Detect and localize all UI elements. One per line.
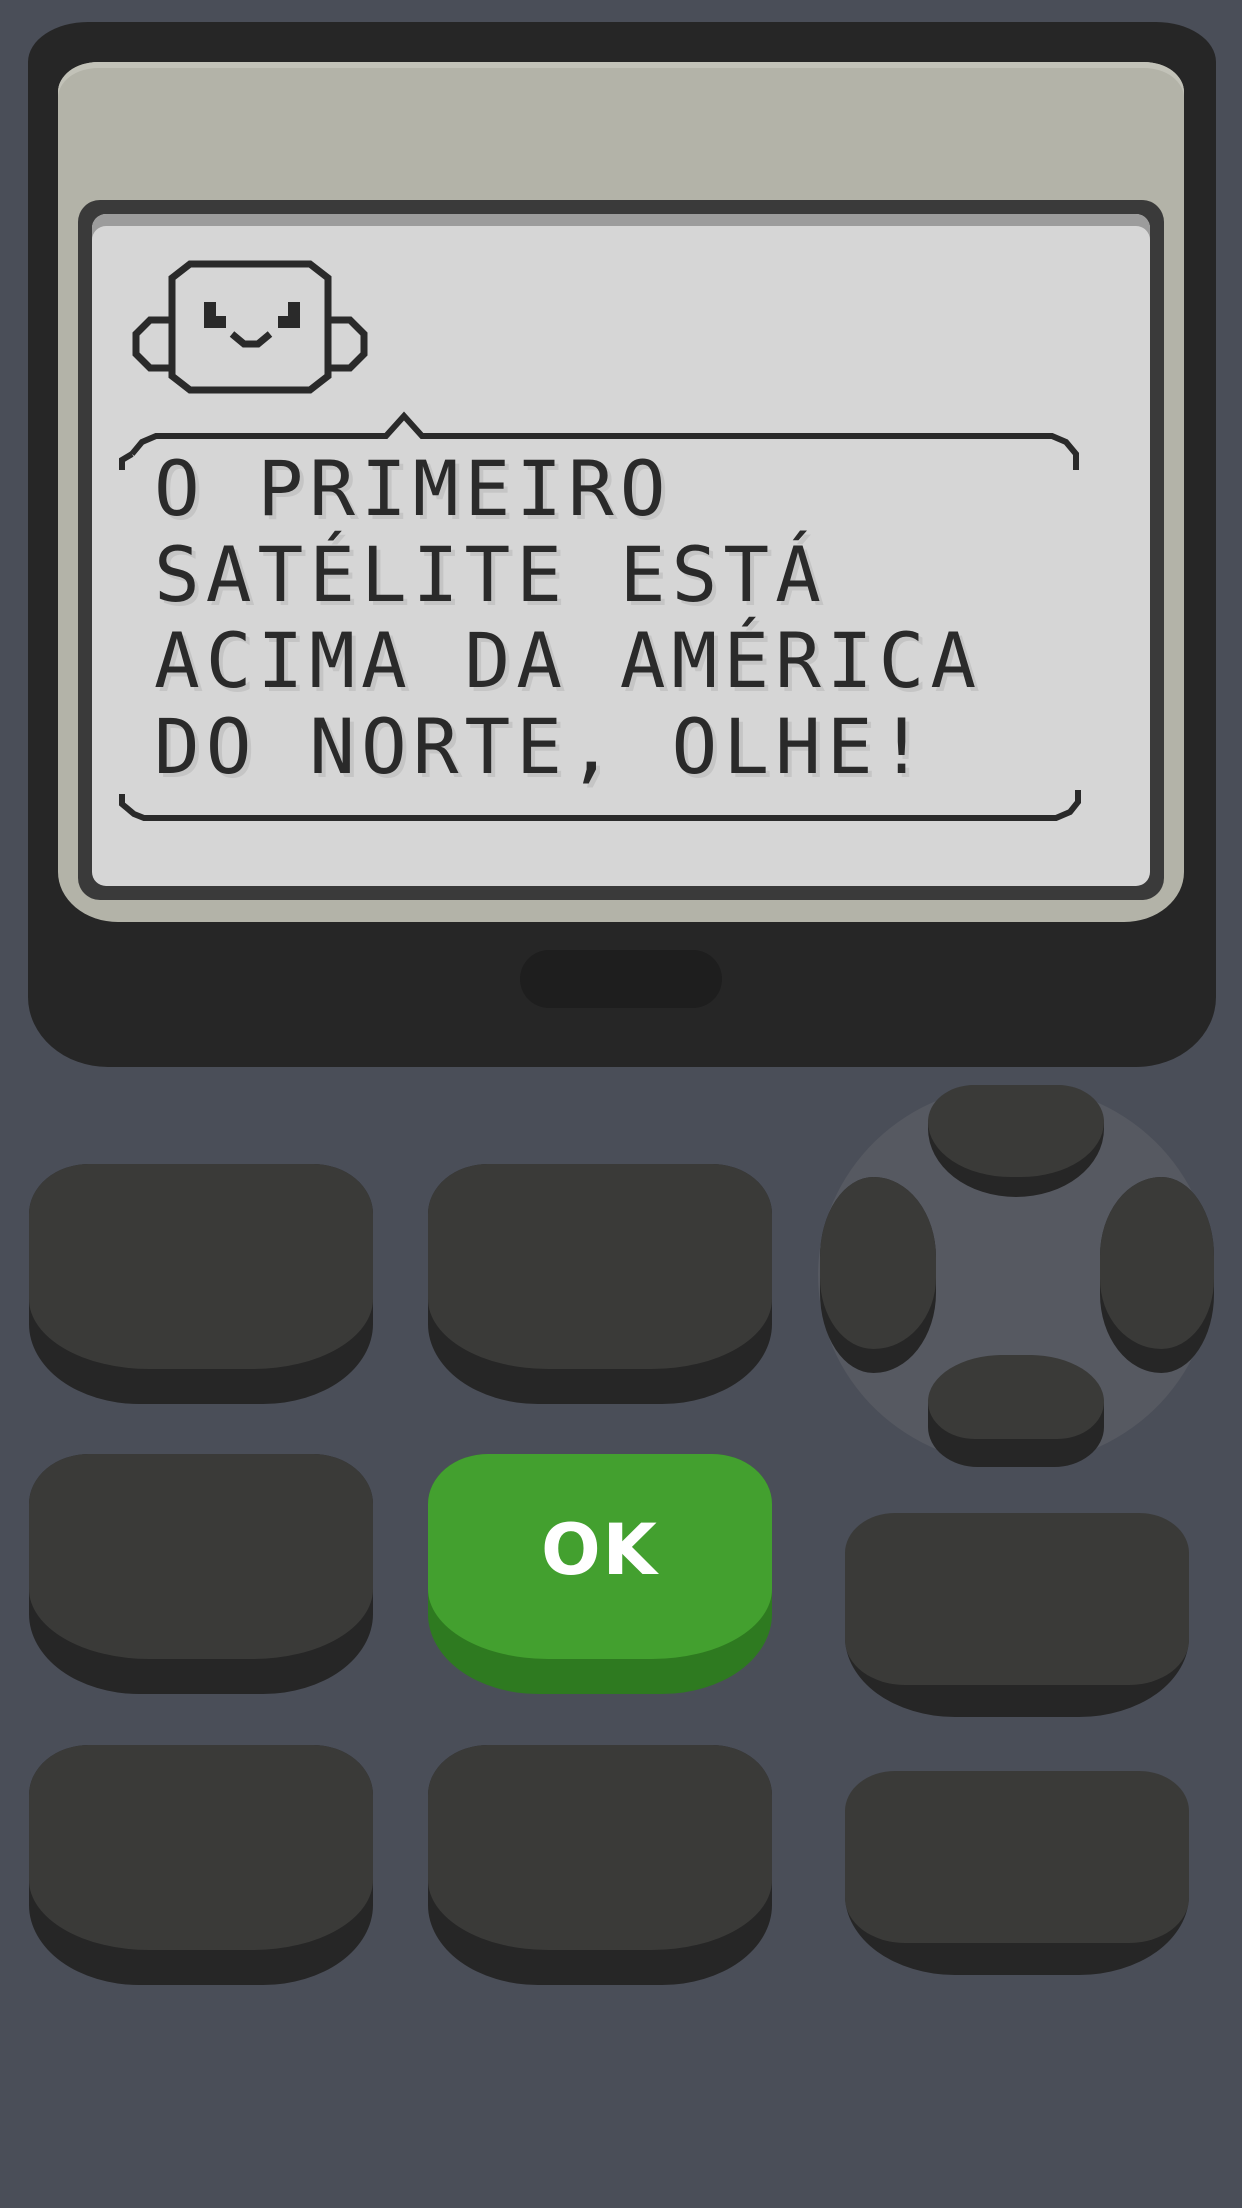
key-row3-middle[interactable] <box>428 1745 772 1985</box>
dpad-down-button[interactable] <box>928 1355 1104 1467</box>
speaker-grille <box>520 950 722 1008</box>
ok-label: OK <box>541 1509 659 1591</box>
message-line: O PRIMEIRO <box>154 444 672 533</box>
key-row1-middle[interactable] <box>428 1164 772 1404</box>
key-row1-left[interactable] <box>29 1164 373 1404</box>
lcd-screen: O PRIMEIRO SATÉLITE ESTÁ ACIMA DA AMÉRIC… <box>92 214 1150 886</box>
message-line: SATÉLITE ESTÁ <box>154 530 827 619</box>
key-row3-left[interactable] <box>29 1745 373 1985</box>
key-row3-right[interactable] <box>845 1771 1189 1975</box>
message-line: ACIMA DA AMÉRICA <box>154 616 983 705</box>
key-row2-left[interactable] <box>29 1454 373 1694</box>
message-text: O PRIMEIRO SATÉLITE ESTÁ ACIMA DA AMÉRIC… <box>154 446 1114 790</box>
ok-button[interactable]: OK <box>428 1454 772 1694</box>
dpad <box>818 1085 1214 1467</box>
message-line: DO NORTE, OLHE! <box>154 702 931 791</box>
key-row2-right[interactable] <box>845 1513 1189 1717</box>
dpad-right-button[interactable] <box>1100 1177 1214 1373</box>
dpad-up-button[interactable] <box>928 1085 1104 1197</box>
dpad-left-button[interactable] <box>820 1177 936 1373</box>
robot-face-icon <box>132 260 368 394</box>
